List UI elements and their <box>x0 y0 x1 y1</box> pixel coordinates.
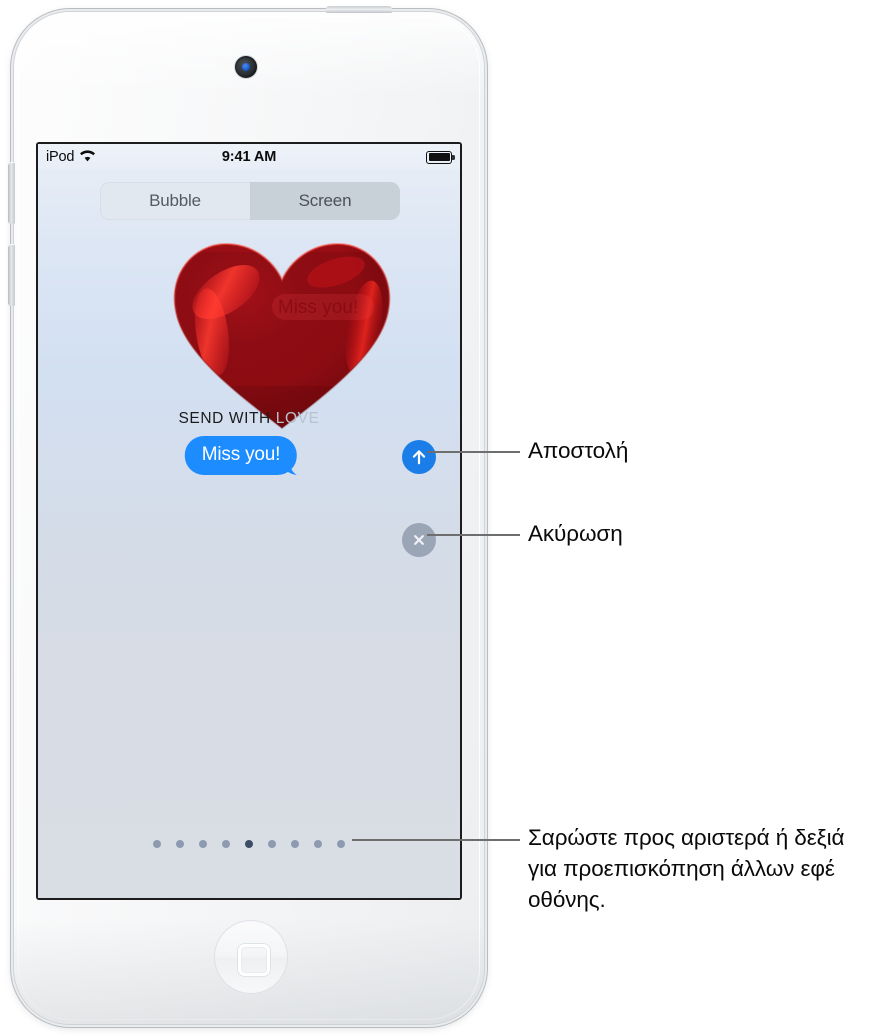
front-camera-lens <box>242 63 250 71</box>
status-bar-time: 9:41 AM <box>221 149 277 165</box>
screen-bezel: iPod 9:41 AM Bubble Screen Miss you! SEN… <box>36 142 462 900</box>
page-dot[interactable] <box>268 840 276 848</box>
close-x-icon <box>414 535 424 545</box>
callout-label-cancel: Ακύρωση <box>528 521 623 546</box>
effect-type-segmented-control[interactable]: Bubble Screen <box>100 182 400 220</box>
svg-text:Miss you!: Miss you! <box>278 297 358 318</box>
arrow-up-icon <box>412 450 426 465</box>
device-screen: iPod 9:41 AM Bubble Screen Miss you! SEN… <box>38 144 460 898</box>
status-bar-right <box>426 150 455 164</box>
message-bubble-tail <box>283 457 301 475</box>
callout-label-send: Αποστολή <box>528 438 629 463</box>
home-square-icon <box>238 944 270 976</box>
page-dot[interactable] <box>176 840 184 848</box>
volume-up-button[interactable] <box>8 162 15 224</box>
cancel-button[interactable] <box>402 523 436 557</box>
page-indicator[interactable] <box>38 840 460 848</box>
battery-full-icon <box>426 150 455 164</box>
battery-cap <box>452 155 455 160</box>
page-dot[interactable] <box>222 840 230 848</box>
effect-caption: SEND WITH LOVE <box>38 410 460 428</box>
segment-bubble[interactable]: Bubble <box>100 182 250 220</box>
battery-fill <box>428 153 450 161</box>
volume-down-button[interactable] <box>8 244 15 306</box>
message-bubble: Miss you! <box>184 436 298 475</box>
home-button[interactable] <box>214 920 288 994</box>
page-dot-active[interactable] <box>245 840 253 848</box>
callout-leader-line-cancel <box>427 534 520 536</box>
page-dot[interactable] <box>337 840 345 848</box>
power-button[interactable] <box>326 6 392 13</box>
status-bar: iPod 9:41 AM <box>38 144 460 170</box>
page-dot[interactable] <box>199 840 207 848</box>
callout-leader-line-swipe <box>352 839 520 841</box>
callout-label-swipe: Σαρώστε προς αριστερά ή δεξιά για προεπι… <box>528 825 845 912</box>
page-dot[interactable] <box>153 840 161 848</box>
send-button[interactable] <box>402 440 436 474</box>
front-camera-icon <box>235 56 257 78</box>
effect-caption-dim: LOVE <box>275 410 320 427</box>
ipod-device-frame: iPod 9:41 AM Bubble Screen Miss you! SEN… <box>8 6 484 1024</box>
segment-screen[interactable]: Screen <box>250 182 400 220</box>
message-bubble-text: Miss you! <box>201 444 281 465</box>
callout-leader-line-send <box>427 451 520 453</box>
page-dot[interactable] <box>291 840 299 848</box>
page-dot[interactable] <box>314 840 322 848</box>
effect-caption-bold: SEND WITH <box>178 410 276 427</box>
heart-balloon-icon: Miss you! <box>168 236 396 432</box>
